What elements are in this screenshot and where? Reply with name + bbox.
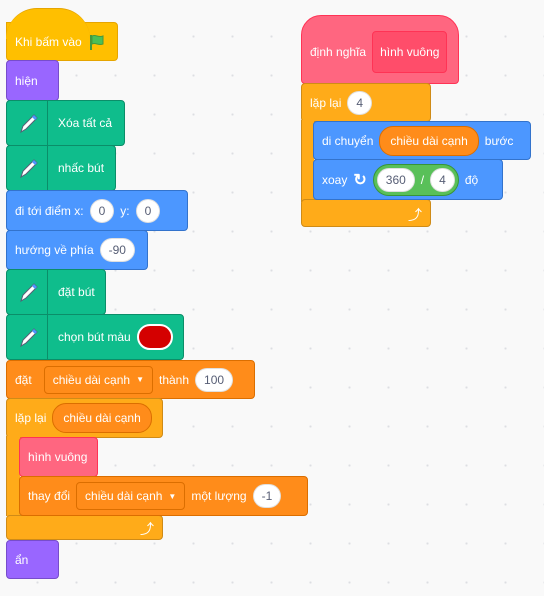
loop-arrow-icon: ⤴ — [408, 207, 422, 223]
x-input[interactable]: 0 — [89, 198, 115, 223]
variable-name: chiều dài cạnh — [85, 489, 163, 503]
when-flag-clicked-block[interactable]: Khi bấm vào — [6, 8, 118, 61]
show-label: hiện — [15, 73, 38, 88]
pen-icon — [11, 315, 48, 359]
dividend-input[interactable]: 360 — [376, 167, 415, 192]
rotate-clockwise-icon: ↻ — [353, 171, 367, 189]
direction-input[interactable]: -90 — [99, 238, 135, 262]
custom-block-prototype[interactable]: hình vuông — [372, 30, 448, 73]
call-square-block[interactable]: hình vuông — [19, 437, 98, 477]
y-input[interactable]: 0 — [135, 198, 161, 223]
hat-label: Khi bấm vào — [15, 34, 82, 49]
clear-block[interactable]: Xóa tất cả — [6, 100, 125, 146]
variable-reporter[interactable]: chiều dài cạnh — [52, 403, 152, 433]
divide-symbol: / — [420, 172, 425, 187]
pen-icon — [11, 101, 48, 145]
pen-icon — [11, 270, 48, 314]
pen-down-block[interactable]: đặt bút — [6, 269, 106, 315]
pen-down-label: đặt bút — [58, 285, 95, 299]
goto-label: đi tới điểm x: — [15, 203, 84, 218]
move-steps-block[interactable]: di chuyển chiều dài cạnh bước — [313, 121, 531, 160]
clear-label: Xóa tất cả — [58, 116, 113, 130]
repeat-header: lặp lại chiều dài cạnh — [6, 398, 163, 438]
value-input[interactable]: 100 — [195, 367, 234, 392]
repeat-header: lặp lại 4 — [301, 83, 431, 122]
show-block[interactable]: hiện — [6, 60, 59, 101]
turn-label: xoay — [322, 172, 348, 187]
to-label: thành — [159, 372, 190, 387]
change-label: thay đổi — [28, 489, 71, 503]
variable-dropdown[interactable]: chiều dài cạnh ▼ — [76, 482, 186, 510]
y-label: y: — [120, 203, 130, 218]
color-picker[interactable] — [136, 324, 173, 350]
variable-name: chiều dài cạnh — [52, 372, 131, 387]
by-label: một lượng — [191, 489, 247, 503]
repeat-footer: ⤴ — [301, 199, 431, 227]
define-label: định nghĩa — [310, 44, 367, 59]
repeat-label: lặp lại — [310, 95, 342, 110]
repeat-arm — [6, 436, 20, 516]
dropdown-arrow-icon: ▼ — [136, 375, 144, 384]
hide-label: ẩn — [15, 552, 29, 567]
repeat-footer: ⤴ — [6, 515, 163, 540]
prototype-name: hình vuông — [380, 44, 440, 59]
change-value-input[interactable]: -1 — [252, 484, 282, 508]
steps-label: bước — [484, 133, 514, 148]
move-label: di chuyển — [322, 133, 374, 148]
turn-right-block[interactable]: xoay ↻ 360 / 4 độ — [313, 159, 503, 200]
repeat-label: lặp lại — [15, 411, 47, 425]
change-variable-block[interactable]: thay đổi chiều dài cạnh ▼ một lượng -1 — [19, 476, 308, 516]
repeat-times-input[interactable]: 4 — [347, 90, 373, 115]
point-label: hướng về phía — [15, 243, 94, 257]
loop-arrow-icon: ⤴ — [140, 521, 154, 537]
point-direction-block[interactable]: hướng về phía -90 — [6, 230, 148, 270]
pen-up-label: nhấc bút — [58, 161, 105, 175]
dropdown-arrow-icon: ▼ — [168, 491, 177, 501]
pen-icon — [11, 146, 48, 190]
set-color-label: chọn bút màu — [58, 330, 131, 344]
set-label: đặt — [15, 372, 32, 387]
green-flag-icon — [89, 34, 104, 50]
divisor-input[interactable]: 4 — [430, 167, 455, 192]
set-variable-block[interactable]: đặt chiều dài cạnh ▼ thành 100 — [6, 360, 255, 399]
set-pen-color-block[interactable]: chọn bút màu — [6, 314, 184, 360]
hide-block[interactable]: ẩn — [6, 540, 59, 579]
pen-up-block[interactable]: nhấc bút — [6, 145, 116, 191]
define-block[interactable]: định nghĩa hình vuông — [301, 15, 459, 84]
degrees-label: độ — [464, 172, 479, 187]
variable-reporter[interactable]: chiều dài cạnh — [379, 125, 479, 156]
divide-operator[interactable]: 360 / 4 — [372, 163, 459, 196]
variable-dropdown[interactable]: chiều dài cạnh ▼ — [43, 365, 153, 394]
call-label: hình vuông — [28, 450, 88, 464]
goto-xy-block[interactable]: đi tới điểm x: 0 y: 0 — [6, 190, 188, 231]
